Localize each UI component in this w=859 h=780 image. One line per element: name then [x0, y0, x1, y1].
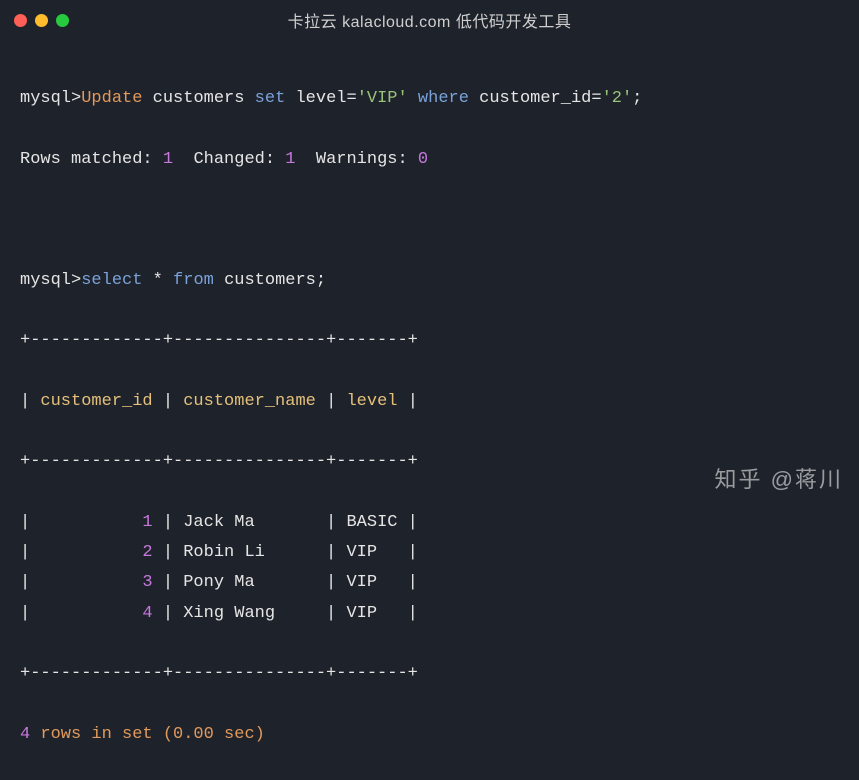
cell-level: VIP — [346, 604, 397, 623]
table-row: | 3 | Pony Ma | VIP | — [20, 568, 839, 598]
kw-update: Update — [81, 89, 142, 108]
cell-id: 2 — [40, 543, 152, 562]
field-name: level — [295, 89, 346, 108]
cell-id: 1 — [40, 513, 152, 532]
watermark: 知乎 @蒋川 — [715, 462, 843, 494]
col-header-1: customer_id — [40, 392, 152, 411]
table-border-bottom: +-------------+---------------+-------+ — [20, 659, 839, 689]
matched-count: 1 — [163, 150, 173, 169]
col-header-3: level — [346, 392, 397, 411]
table-header-row: | customer_id | customer_name | level | — [20, 387, 839, 417]
table-row: | 4 | Xing Wang | VIP | — [20, 599, 839, 629]
table-row: | 2 | Robin Li | VIP | — [20, 538, 839, 568]
kw-set: set — [255, 89, 286, 108]
cell-name: Jack Ma — [183, 513, 316, 532]
window-title: 卡拉云 kalacloud.com 低代码开发工具 — [0, 8, 859, 32]
kw-from: from — [173, 271, 214, 290]
warnings-count: 0 — [418, 150, 428, 169]
cell-level: BASIC — [346, 513, 397, 532]
cond-field: customer_id — [479, 89, 591, 108]
cell-name: Pony Ma — [183, 573, 316, 592]
value-literal: 'VIP' — [357, 89, 408, 108]
warnings-label: Warnings: — [316, 150, 408, 169]
changed-label: Changed: — [193, 150, 275, 169]
cell-id: 3 — [40, 573, 152, 592]
query-time: 0.00 sec — [173, 725, 255, 744]
cell-name: Xing Wang — [183, 604, 316, 623]
table-row: | 1 | Jack Ma | BASIC | — [20, 508, 839, 538]
result-line-1: Rows matched: 1 Changed: 1 Warnings: 0 — [20, 145, 839, 175]
cond-value: '2' — [602, 89, 633, 108]
rows-in-set-label: rows in set — [40, 725, 152, 744]
table-rows-container: | 1 | Jack Ma | BASIC || 2 | Robin Li | … — [20, 508, 839, 629]
col-header-2: customer_name — [183, 392, 316, 411]
row-count: 4 — [20, 725, 30, 744]
kw-where: where — [418, 89, 469, 108]
cell-name: Robin Li — [183, 543, 316, 562]
cell-id: 4 — [40, 604, 152, 623]
terminal-output: mysql>Update customers set level='VIP' w… — [0, 40, 859, 780]
cell-level: VIP — [346, 573, 397, 592]
star: * — [153, 271, 163, 290]
matched-label: Rows matched: — [20, 150, 153, 169]
query-line-1: mysql>Update customers set level='VIP' w… — [20, 84, 839, 114]
table-name: customers — [153, 89, 245, 108]
cell-level: VIP — [346, 543, 397, 562]
query-line-2: mysql>select * from customers; — [20, 266, 839, 296]
table-name: customers — [224, 271, 316, 290]
kw-select: select — [81, 271, 142, 290]
mysql-prompt: mysql> — [20, 89, 81, 108]
result-footer: 4 rows in set (0.00 sec) — [20, 720, 839, 750]
window-title-bar: 卡拉云 kalacloud.com 低代码开发工具 — [0, 0, 859, 40]
table-border-top: +-------------+---------------+-------+ — [20, 326, 839, 356]
changed-count: 1 — [285, 150, 295, 169]
mysql-prompt: mysql> — [20, 271, 81, 290]
blank-line — [20, 205, 839, 235]
